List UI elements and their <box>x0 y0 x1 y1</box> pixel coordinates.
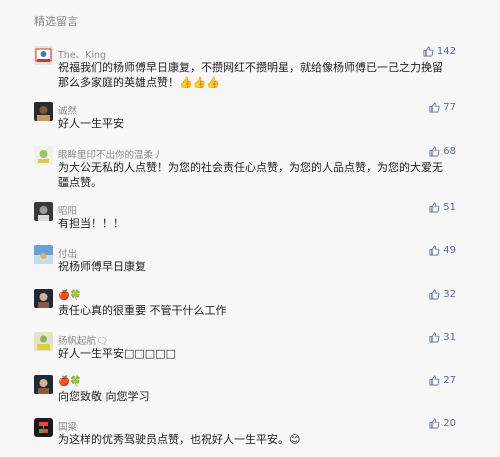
comment-content: 向您致敬 向您学习 <box>58 390 150 403</box>
comment-nickname[interactable]: 诚然 <box>58 103 77 117</box>
like-button[interactable]: 32 <box>429 289 456 300</box>
comment-content: 责任心真的很重要 不管干什么工作 <box>58 304 227 317</box>
comment-content: 祝杨师傅早日康复 <box>58 260 146 273</box>
comment-content: 为这样的优秀驾驶员点赞，也祝好人一生平安。😊 <box>58 433 301 446</box>
avatar[interactable] <box>34 245 53 264</box>
like-count: 49 <box>443 245 456 256</box>
comment-nickname[interactable]: 昭阳 <box>58 203 77 217</box>
like-count: 142 <box>436 46 456 57</box>
comment-content: 为大公无私的人点赞！为您的社会责任心点赞，为您的人品点赞，为您的大爱无疆点赞。 <box>58 161 443 189</box>
comment-content: 好人一生平安 <box>58 117 124 130</box>
thumbs-up-icon <box>429 245 440 256</box>
comment-nickname[interactable]: 国梁 <box>58 419 77 433</box>
thumbs-up-icon <box>429 289 440 300</box>
thumbs-up-icon <box>429 202 440 213</box>
comment-nickname[interactable]: 🍎🍀 <box>58 290 82 301</box>
thumbs-up-icon <box>423 46 434 57</box>
like-count: 20 <box>443 418 456 429</box>
thumbs-up-icon <box>429 375 440 386</box>
like-button[interactable]: 51 <box>429 202 456 213</box>
like-count: 31 <box>443 332 456 343</box>
comment-content: 好人一生平安□□□□□ <box>58 347 176 360</box>
thumbs-up-icon <box>429 102 440 113</box>
section-title: 精选留言 <box>34 15 78 28</box>
comment-nickname[interactable]: 扬帆起航🗨 <box>58 333 108 347</box>
comment-content: 祝福我们的杨师傅早日康复，不攒网红不攒明星，就给像杨师傅已一己之力挽留那么多家庭… <box>58 61 443 89</box>
like-button[interactable]: 20 <box>429 418 456 429</box>
comment-nickname[interactable]: 眼眸里印不出你的温柔丿 <box>58 147 163 161</box>
avatar[interactable] <box>34 202 53 221</box>
like-button[interactable]: 68 <box>429 146 456 157</box>
like-button[interactable]: 142 <box>423 46 456 57</box>
avatar[interactable] <box>34 332 53 351</box>
comment-nickname[interactable]: 付出 <box>58 246 77 260</box>
like-button[interactable]: 31 <box>429 332 456 343</box>
comment-nickname[interactable]: The、King <box>58 47 106 61</box>
avatar[interactable] <box>34 375 53 394</box>
like-count: 51 <box>443 202 456 213</box>
avatar[interactable] <box>34 46 53 65</box>
thumbs-up-icon <box>429 418 440 429</box>
like-button[interactable]: 49 <box>429 245 456 256</box>
like-count: 77 <box>443 102 456 113</box>
thumbs-up-icon <box>429 332 440 343</box>
like-count: 27 <box>443 375 456 386</box>
avatar[interactable] <box>34 102 53 121</box>
comment-content: 有担当！！！ <box>58 217 124 230</box>
avatar[interactable] <box>34 289 53 308</box>
avatar[interactable] <box>34 418 53 437</box>
like-button[interactable]: 27 <box>429 375 456 386</box>
thumbs-up-icon <box>429 146 440 157</box>
comment-nickname[interactable]: 🍎🍀 <box>58 376 82 387</box>
like-count: 68 <box>443 146 456 157</box>
like-count: 32 <box>443 289 456 300</box>
like-button[interactable]: 77 <box>429 102 456 113</box>
avatar[interactable] <box>34 146 53 165</box>
comments-panel: 精选留言 The、King 祝福我们的杨师傅早日康复，不攒网红不攒明星，就给像杨… <box>0 0 500 457</box>
